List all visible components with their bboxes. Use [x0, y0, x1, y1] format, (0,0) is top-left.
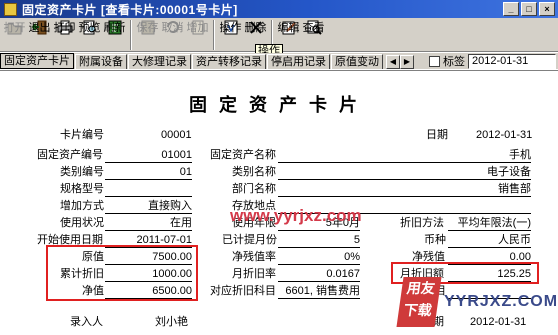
depr-method-value: 平均年限法(一) — [448, 217, 531, 231]
tab-overhaul-records[interactable]: 大修理记录 — [128, 54, 191, 69]
window-title: 固定资产卡片 [查看卡片:00001号卡片] — [22, 2, 238, 17]
category-code-value: 01 — [105, 166, 192, 180]
maximize-button[interactable]: □ — [521, 2, 537, 16]
open-button[interactable]: 打开 — [2, 18, 27, 51]
card-no-label: 卡片编号 — [60, 129, 104, 141]
entry-person: 刘小艳 — [155, 316, 188, 328]
window-controls: _ □ × — [503, 2, 555, 16]
card-no-value: 00001 — [161, 129, 192, 141]
depr-method-label: 折旧方法 — [400, 217, 444, 229]
add-method-label: 增加方式 — [60, 200, 104, 212]
spec-value — [105, 183, 192, 197]
window-title-bar: 固定资产卡片 [查看卡片:00001号卡片] _ □ × — [0, 0, 558, 18]
months-label: 已计提月份 — [222, 234, 277, 246]
dept-label: 部门名称 — [232, 183, 276, 195]
app-icon — [4, 2, 17, 16]
print-button[interactable]: 打印 — [52, 18, 77, 51]
logo-badge: 用友下载 — [396, 277, 442, 327]
asset-code-label: 固定资产编号 — [37, 149, 103, 161]
date-value: 2012-01-31 — [476, 129, 533, 141]
monthly-rate-label: 月折旧率 — [232, 268, 276, 280]
entry-label: 录入人 — [70, 316, 103, 328]
add-method-value: 直接购入 — [105, 200, 192, 214]
spec-label: 规格型号 — [60, 183, 104, 195]
toolbar-separator — [130, 20, 132, 50]
card-title: 固定资产卡片 — [189, 95, 369, 116]
months-value: 5 — [278, 234, 360, 248]
tab-scroll-left-button[interactable]: ◀ — [386, 55, 400, 69]
status-label: 使用状况 — [60, 217, 104, 229]
save-button[interactable]: 保存 — [135, 18, 160, 51]
minimize-button[interactable]: _ — [503, 2, 519, 16]
tab-asset-card[interactable]: 固定资产卡片 — [0, 53, 74, 69]
asset-card: 固定资产卡片 卡片编号 00001 日期 2012-01-31 固定资产编号 0… — [0, 70, 558, 335]
cancel-button[interactable]: 取消 — [160, 18, 185, 51]
exit-button[interactable]: 退出 — [27, 18, 52, 51]
tab-scroll-right-button[interactable]: ▶ — [400, 55, 414, 69]
add-button[interactable]: 增加 — [185, 18, 210, 51]
category-name-value: 电子设备 — [278, 166, 531, 180]
logo-site-text: YYRJXZ.COM — [444, 293, 558, 310]
asset-name-label: 固定资产名称 — [210, 149, 276, 161]
highlight-value-box — [46, 245, 198, 301]
asset-code-value: 01001 — [105, 149, 192, 163]
refresh-button[interactable]: 刷新 — [102, 18, 127, 51]
tag-date-field[interactable]: 2012-01-31 — [468, 53, 556, 69]
status-value: 在用 — [105, 217, 192, 231]
tab-scroll-buttons: ◀ ▶ — [386, 55, 414, 69]
monthly-rate-value: 0.0167 — [278, 268, 360, 282]
site-watermark: www.yyrjxz.com — [230, 206, 362, 225]
category-code-label: 类别编号 — [60, 166, 104, 178]
date-label: 日期 — [426, 129, 448, 141]
tag-checkbox[interactable] — [429, 55, 440, 67]
tab-value-change[interactable]: 原值变动 — [331, 54, 383, 69]
salvage-rate-label: 净残值率 — [232, 251, 276, 263]
view-button[interactable]: 查看 — [301, 18, 326, 51]
salvage-rate-value: 0% — [278, 251, 360, 265]
currency-label: 币种 — [424, 234, 446, 246]
close-button[interactable]: × — [539, 2, 555, 16]
dept-value: 销售部 — [278, 183, 531, 197]
currency-value: 人民币 — [448, 234, 531, 248]
operate-button[interactable]: 操作 — [218, 18, 243, 51]
tab-suspension-records[interactable]: 停启用记录 — [267, 54, 330, 69]
preview-button[interactable]: 预览 — [77, 18, 102, 51]
category-name-label: 类别名称 — [232, 166, 276, 178]
tab-strip: 固定资产卡片 附属设备 大修理记录 资产转移记录 停启用记录 原值变动 ◀ ▶ … — [0, 53, 558, 69]
asset-name-value: 手机 — [278, 149, 531, 163]
tag-label: 标签 — [443, 56, 465, 68]
toolbar-separator — [213, 20, 215, 50]
subject-label: 对应折旧科目 — [210, 285, 276, 297]
tab-accessories[interactable]: 附属设备 — [75, 54, 127, 69]
tag-area: 标签 2012-01-31 — [429, 53, 558, 69]
site-logo: 用友下载 YYRJXZ.COM — [396, 277, 557, 333]
tab-transfer-records[interactable]: 资产转移记录 — [192, 54, 266, 69]
subject-value: 6601, 销售费用 — [278, 285, 360, 299]
